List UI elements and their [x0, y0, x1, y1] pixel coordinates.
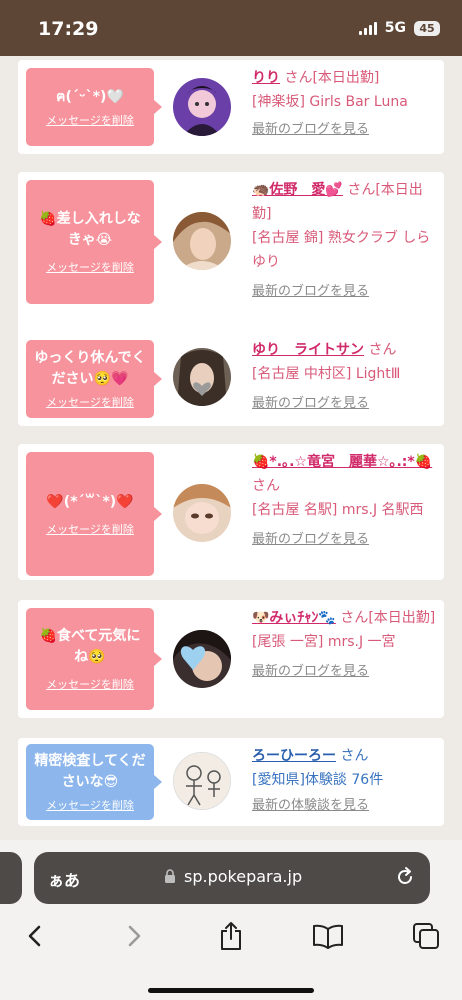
avatar[interactable]	[173, 212, 231, 270]
cast-info: ろーひーろー さん [愛知県]体験談 76件 最新の体験談を見る	[252, 744, 438, 818]
cast-name-link[interactable]: ゆり ライトサン	[252, 342, 364, 358]
blog-link[interactable]: 最新のブログを見る	[252, 280, 438, 304]
delete-message-link[interactable]: メッセージを削除	[46, 797, 134, 813]
home-indicator	[148, 988, 314, 993]
delete-message-link[interactable]: メッセージを削除	[46, 259, 134, 275]
address-bar[interactable]: ぁあ sp.pokepara.jp	[34, 852, 430, 904]
cast-location: [尾張 一宮] mrs.J 一宮	[252, 634, 396, 650]
blog-link[interactable]: 最新の体験談を見る	[252, 794, 438, 818]
delete-message-link[interactable]: メッセージを削除	[46, 112, 134, 128]
signal-icon	[358, 21, 377, 35]
delete-message-link[interactable]: メッセージを削除	[46, 521, 134, 537]
list-item: 🍓食べて元気にね🥺 メッセージを削除 🐶みぃﾁｬﾝ🐾 さん[本日出勤] [尾張 …	[18, 600, 444, 718]
avatar[interactable]	[173, 78, 231, 136]
message-text: ❤️(*´꒳`*)❤️	[46, 493, 134, 510]
cast-status: さん	[252, 478, 280, 494]
forward-icon[interactable]	[117, 919, 151, 953]
status-bar: 17:29 5G 45	[0, 0, 462, 56]
cast-status: さん	[340, 748, 369, 764]
list-item: 精密検査してくださいな😎 メッセージを削除 ろーひーろー さん [愛知県]体験談…	[18, 738, 444, 826]
tabs-icon[interactable]	[409, 919, 443, 953]
back-icon[interactable]	[18, 919, 52, 953]
url-text: sp.pokepara.jp	[184, 867, 303, 886]
message-bubble: 🍓差し入れしなきゃ😭 メッセージを削除	[26, 180, 162, 304]
cast-location: [名古屋 中村区] LightⅢ	[252, 366, 401, 382]
message-text: 🍓差し入れしなきゃ😭	[39, 211, 141, 248]
status-time: 17:29	[38, 18, 99, 40]
cast-location: [神楽坂] Girls Bar Luna	[252, 94, 408, 110]
list-item: ฅ(ˊᵕˋ*)🤍 メッセージを削除 りり さん[本日出勤] [神楽坂] Girl…	[18, 60, 444, 154]
cast-info: 🦔佐野 愛💕 さん[本日出勤] [名古屋 錦] 熟女クラブ しらゆり 最新のブロ…	[252, 178, 438, 304]
previous-tab-preview[interactable]	[0, 852, 22, 904]
cast-info: 🐶みぃﾁｬﾝ🐾 さん[本日出勤] [尾張 一宮] mrs.J 一宮 最新のブログ…	[252, 606, 438, 684]
network-label: 5G	[384, 20, 406, 36]
message-text: 🍓食べて元気にね🥺	[39, 628, 141, 665]
reload-icon[interactable]	[394, 866, 416, 892]
cast-name-link[interactable]: 🐶みぃﾁｬﾝ🐾	[252, 610, 336, 626]
blog-link[interactable]: 最新のブログを見る	[252, 118, 438, 142]
avatar[interactable]	[173, 484, 231, 542]
blog-link[interactable]: 最新のブログを見る	[252, 528, 438, 552]
message-text: 精密検査してくださいな😎	[34, 753, 146, 790]
share-icon[interactable]	[214, 919, 248, 953]
navigation-toolbar	[0, 915, 462, 959]
delete-message-link[interactable]: メッセージを削除	[46, 394, 134, 410]
message-bubble: 精密検査してくださいな😎 メッセージを削除	[26, 744, 162, 820]
avatar[interactable]	[173, 752, 231, 810]
cast-name-link[interactable]: 🦔佐野 愛💕	[252, 182, 343, 198]
battery-icon: 45	[414, 20, 440, 36]
cast-name-link[interactable]: 🍓*.｡.☆竜宮 麗華☆｡.:*🍓	[252, 454, 432, 470]
bookmarks-icon[interactable]	[311, 919, 345, 953]
blog-link[interactable]: 最新のブログを見る	[252, 392, 438, 416]
cast-name-link[interactable]: りり	[252, 70, 280, 86]
cast-status: さん[本日出勤]	[340, 610, 436, 626]
browser-toolbar: ぁあ sp.pokepara.jp	[0, 840, 462, 1000]
blog-link[interactable]: 最新のブログを見る	[252, 660, 438, 684]
cast-info: 🍓*.｡.☆竜宮 麗華☆｡.:*🍓 さん [名古屋 名駅] mrs.J 名駅西 …	[252, 450, 438, 552]
delete-message-link[interactable]: メッセージを削除	[46, 676, 134, 692]
message-bubble: ฅ(ˊᵕˋ*)🤍 メッセージを削除	[26, 68, 162, 146]
cast-status: さん	[368, 342, 397, 358]
cast-name-link[interactable]: ろーひーろー	[252, 748, 336, 764]
lock-icon	[165, 869, 175, 883]
cast-location: [名古屋 錦] 熟女クラブ しらゆり	[252, 230, 431, 270]
message-text: ゆっくり休んでください🥺💗	[34, 350, 146, 387]
list-item: ゆっくり休んでください🥺💗 メッセージを削除 ゆり ライトサン さん [名古屋 …	[18, 332, 444, 426]
message-list: ฅ(ˊᵕˋ*)🤍 メッセージを削除 りり さん[本日出勤] [神楽坂] Girl…	[0, 56, 462, 840]
message-text: ฅ(ˊᵕˋ*)🤍	[56, 88, 124, 105]
avatar[interactable]	[173, 630, 231, 688]
cast-status: さん[本日出勤]	[284, 70, 380, 86]
cast-info: りり さん[本日出勤] [神楽坂] Girls Bar Luna 最新のブログを…	[252, 66, 438, 142]
list-item: ❤️(*´꒳`*)❤️ メッセージを削除 🍓*.｡.☆竜宮 麗華☆｡.:*🍓 さ…	[18, 444, 444, 580]
reader-options-button[interactable]: ぁあ	[48, 867, 80, 891]
cast-location: [名古屋 名駅] mrs.J 名駅西	[252, 502, 424, 518]
avatar[interactable]	[173, 348, 231, 406]
cast-location: [愛知県]体験談 76件	[252, 772, 384, 788]
message-bubble: ❤️(*´꒳`*)❤️ メッセージを削除	[26, 452, 162, 576]
cast-info: ゆり ライトサン さん [名古屋 中村区] LightⅢ 最新のブログを見る	[252, 338, 438, 416]
message-bubble: ゆっくり休んでください🥺💗 メッセージを削除	[26, 340, 162, 418]
message-bubble: 🍓食べて元気にね🥺 メッセージを削除	[26, 608, 162, 710]
status-indicators: 5G 45	[358, 20, 440, 36]
url-display[interactable]: sp.pokepara.jp	[164, 867, 302, 886]
